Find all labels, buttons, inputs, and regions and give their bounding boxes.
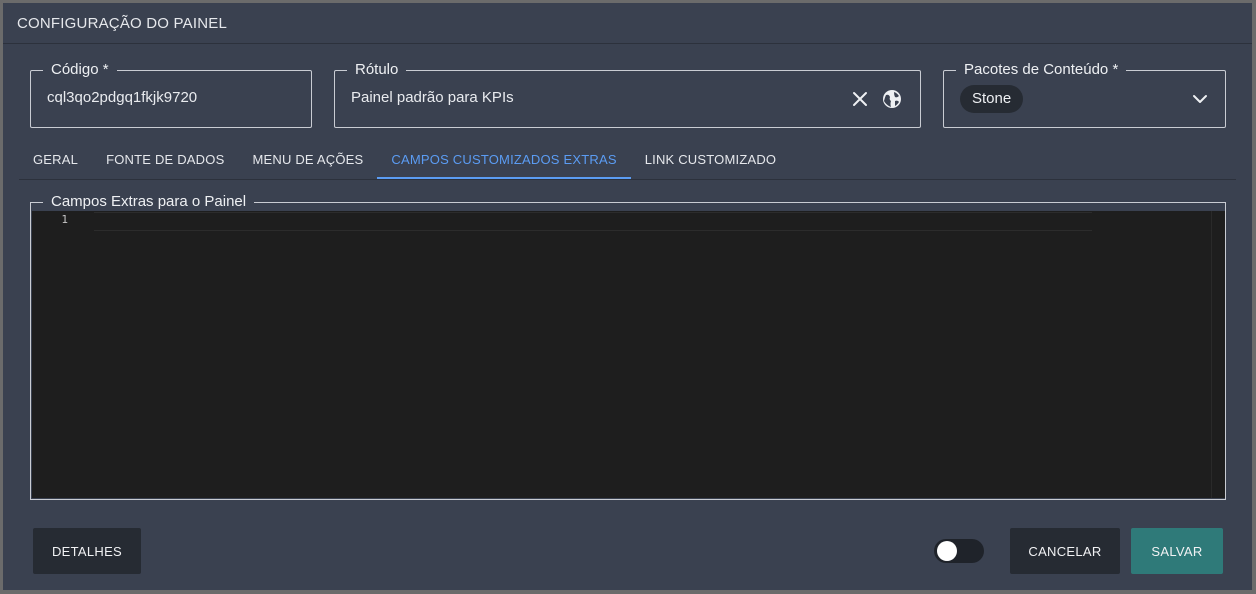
chevron-down-icon[interactable] (1188, 87, 1212, 111)
current-line-highlight (94, 212, 1092, 231)
editor-gutter: 1 (32, 211, 92, 498)
tab-campos-customizados-extras[interactable]: CAMPOS CUSTOMIZADOS EXTRAS (377, 145, 631, 179)
close-icon[interactable] (848, 87, 872, 111)
codigo-input[interactable]: cql3qo2pdgq1fkjk9720 (47, 89, 197, 106)
campos-extras-label: Campos Extras para o Painel (43, 192, 255, 212)
pacotes-field[interactable]: Pacotes de Conteúdo * Stone (943, 60, 1226, 128)
toggle-knob (937, 541, 957, 561)
campos-extras-field: Campos Extras para o Painel 1 (30, 192, 1226, 500)
code-editor[interactable]: 1 (32, 211, 1225, 498)
codigo-field[interactable]: Código * cql3qo2pdgq1fkjk9720 (30, 60, 312, 128)
tab-fonte-de-dados[interactable]: FONTE DE DADOS (92, 145, 238, 179)
tab-bar: GERAL FONTE DE DADOS MENU DE AÇÕES CAMPO… (19, 145, 1236, 180)
editor-scrollbar[interactable] (1211, 211, 1225, 498)
details-button[interactable]: DETALHES (33, 528, 141, 574)
rotulo-input[interactable]: Painel padrão para KPIs (351, 89, 514, 106)
tab-menu-de-acoes[interactable]: MENU DE AÇÕES (238, 145, 377, 179)
pacotes-label: Pacotes de Conteúdo * (956, 60, 1127, 80)
tab-link-customizado[interactable]: LINK CUSTOMIZADO (631, 145, 791, 179)
dialog-title-bar: CONFIGURAÇÃO DO PAINEL (3, 3, 1252, 44)
pacote-chip[interactable]: Stone (960, 85, 1024, 113)
codigo-label: Código * (43, 60, 117, 80)
tab-geral[interactable]: GERAL (19, 145, 92, 179)
toggle-switch[interactable] (934, 539, 984, 563)
globe-icon[interactable] (880, 87, 904, 111)
line-number: 1 (61, 213, 68, 226)
panel-config-dialog: CONFIGURAÇÃO DO PAINEL Código * cql3qo2p… (3, 3, 1252, 590)
rotulo-field[interactable]: Rótulo Painel padrão para KPIs (334, 60, 921, 128)
rotulo-label: Rótulo (347, 60, 407, 80)
save-button[interactable]: SALVAR (1131, 528, 1223, 574)
dialog-title: CONFIGURAÇÃO DO PAINEL (17, 14, 227, 32)
cancel-button[interactable]: CANCELAR (1010, 528, 1120, 574)
